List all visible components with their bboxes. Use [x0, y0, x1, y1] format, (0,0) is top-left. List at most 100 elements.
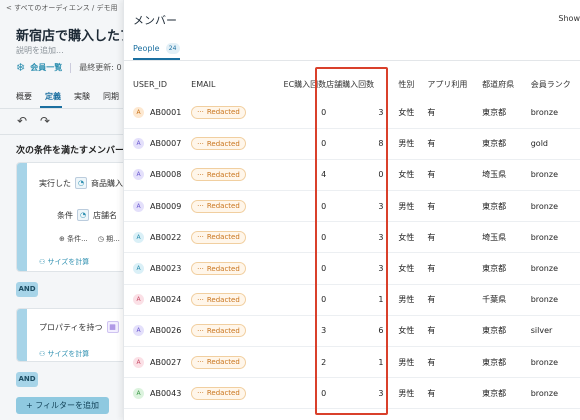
member-rank-cell: bronze — [530, 221, 580, 254]
email-cell: ··· Redacted — [191, 190, 266, 223]
ec-purchases-cell: 0 — [265, 221, 327, 254]
add-period-button[interactable]: ◷ 期... — [98, 234, 120, 244]
store-purchases-cell: 3 — [326, 97, 384, 129]
group-accent-bar — [17, 163, 27, 271]
user-id-cell: A AB0027 — [124, 346, 192, 379]
member-rank-cell: bronze — [530, 377, 580, 410]
tab-definition[interactable]: 定義 — [45, 91, 61, 102]
app-usage-cell: 有 — [427, 97, 483, 129]
table-row[interactable]: A AB0007 ··· Redacted 0 8 男性有東京都 gold — [124, 128, 580, 160]
add-condition-button[interactable]: ⊕ 条件... — [59, 234, 88, 244]
add-filter-button[interactable]: + フィルターを追加 — [16, 397, 109, 414]
store-purchases-cell: 1 — [326, 284, 384, 316]
store-purchases-cell: 1 — [326, 346, 384, 379]
user-id-cell: A AB0024 — [124, 284, 192, 316]
user-id: AB0027 — [150, 357, 182, 367]
user-id: AB0007 — [150, 139, 182, 149]
member-list-link[interactable]: ❄ 会員一覧 — [16, 61, 62, 74]
ec-purchases-cell: 3 — [265, 315, 327, 348]
col-ec-purchases[interactable]: EC購入回数 — [266, 72, 327, 97]
redacted-badge: ··· Redacted — [191, 199, 246, 213]
modal-title: メンバー — [133, 14, 177, 27]
col-member-rank[interactable]: 会員ランク — [531, 72, 580, 97]
redo-icon[interactable]: ↷ — [40, 114, 50, 128]
prefecture-cell: 東京都 — [482, 128, 531, 160]
undo-icon[interactable]: ↶ — [17, 114, 27, 128]
redacted-badge: ··· Redacted — [191, 293, 246, 307]
property-filter-row[interactable]: プロパティを持つ ▦ — [39, 321, 119, 333]
col-sex[interactable]: 性別 — [383, 72, 427, 97]
col-store-purchases[interactable]: 店舗購入回数 — [326, 72, 383, 97]
group-accent-bar — [17, 309, 27, 361]
table-row[interactable]: A AB0008 ··· Redacted 4 0 女性有埼玉県 bronze — [124, 159, 580, 192]
breadcrumb[interactable]: < すべてのオーディエンス / デモ用 — [6, 3, 118, 13]
table-row[interactable]: A AB0022 ··· Redacted 0 3 女性有埼玉県 bronze — [124, 221, 580, 254]
condition-value[interactable]: 店舗名 — [93, 210, 117, 221]
calc-size-button[interactable]: ⚇ サイズを計算 — [39, 349, 89, 359]
show-button[interactable]: Show — [558, 14, 580, 23]
sex-cell: 男性 — [383, 346, 428, 379]
table-row[interactable]: A AB0023 ··· Redacted 0 3 女性有東京都 bronze — [124, 252, 580, 285]
col-app-usage[interactable]: アプリ利用 — [427, 72, 482, 97]
tab-people[interactable]: People 24 — [133, 43, 180, 54]
store-purchases-cell: 3 — [326, 252, 384, 285]
prefecture-cell: 千葉県 — [482, 284, 531, 316]
sex-cell: 男性 — [383, 284, 428, 316]
email-cell: ··· Redacted — [191, 159, 266, 192]
redacted-badge: ··· Redacted — [191, 355, 246, 369]
user-id: AB0008 — [150, 170, 182, 180]
redacted-badge: ··· Redacted — [191, 386, 246, 400]
redacted-badge: ··· Redacted — [191, 105, 246, 119]
table-row[interactable]: A AB0024 ··· Redacted 0 1 男性有千葉県 bronze — [124, 284, 580, 316]
table-row[interactable]: A AB0009 ··· Redacted 0 3 男性有東京都 bronze — [124, 190, 580, 223]
ellipsis-icon: ··· — [197, 233, 204, 242]
calc-size-button[interactable]: ⚇ サイズを計算 — [39, 257, 89, 267]
member-rank-cell: bronze — [530, 159, 580, 192]
snowflake-icon: ❄ — [16, 61, 26, 74]
and-operator[interactable]: AND — [16, 372, 38, 387]
member-rank-cell: bronze — [530, 190, 580, 223]
event-name[interactable]: 商品購入 — [91, 178, 123, 189]
table-row[interactable]: A AB0001 ··· Redacted 0 3 女性有東京都 bronze — [124, 97, 580, 129]
col-user-id[interactable]: USER_ID — [124, 72, 191, 97]
member-rank-cell: silver — [530, 315, 580, 348]
member-rank-cell: bronze — [530, 346, 580, 379]
col-email[interactable]: EMAIL — [191, 72, 265, 97]
table-row[interactable]: A AB0043 ··· Redacted 0 3 男性有東京都 bronze — [124, 377, 580, 410]
store-purchases-cell: 3 — [326, 190, 384, 223]
user-id-cell: A AB0008 — [124, 159, 192, 192]
email-cell: ··· Redacted — [191, 221, 266, 254]
audience-meta: ❄ 会員一覧 最終更新: 0 — [16, 61, 122, 74]
member-rank-cell: bronze — [530, 284, 580, 316]
ec-purchases-cell: 2 — [265, 346, 327, 379]
avatar: A — [133, 231, 144, 243]
description-field[interactable]: 説明を追加... — [16, 45, 64, 56]
store-purchases-cell: 8 — [326, 128, 384, 160]
prefecture-cell: 東京都 — [482, 315, 531, 348]
avatar: A — [133, 138, 144, 150]
table-row[interactable]: A AB0027 ··· Redacted 2 1 男性有東京都 bronze — [124, 346, 580, 379]
store-purchases-cell: 6 — [326, 315, 384, 348]
ellipsis-icon: ··· — [197, 202, 204, 211]
col-prefecture[interactable]: 都道府県 — [482, 72, 531, 97]
has-property-label: プロパティを持つ — [39, 322, 103, 332]
tab-overview[interactable]: 概要 — [16, 91, 32, 102]
divider — [0, 134, 130, 135]
avatar: A — [133, 325, 144, 337]
event-filter-row[interactable]: 実行した ◔ 商品購入 — [39, 177, 123, 189]
tab-experiment[interactable]: 実験 — [74, 91, 90, 102]
store-purchases-cell: 0 — [326, 159, 384, 192]
table-body: A AB0001 ··· Redacted 0 3 女性有東京都 bronze A AB0007 ·… — [124, 97, 580, 410]
tab-sync[interactable]: 同期 — [103, 91, 119, 102]
table-row[interactable]: A AB0026 ··· Redacted 3 6 女性有東京都 silver — [124, 315, 580, 348]
sex-cell: 男性 — [383, 377, 428, 410]
and-operator[interactable]: AND — [16, 282, 38, 297]
email-cell: ··· Redacted — [191, 377, 266, 410]
ec-purchases-cell: 4 — [265, 159, 327, 192]
sex-cell: 男性 — [383, 128, 428, 160]
email-cell: ··· Redacted — [191, 128, 266, 160]
app-usage-cell: 有 — [427, 346, 483, 379]
user-id-cell: A AB0001 — [124, 97, 192, 129]
prefecture-cell: 東京都 — [482, 377, 531, 410]
condition-row[interactable]: 条件 ◔ 店舗名 — [57, 209, 117, 221]
